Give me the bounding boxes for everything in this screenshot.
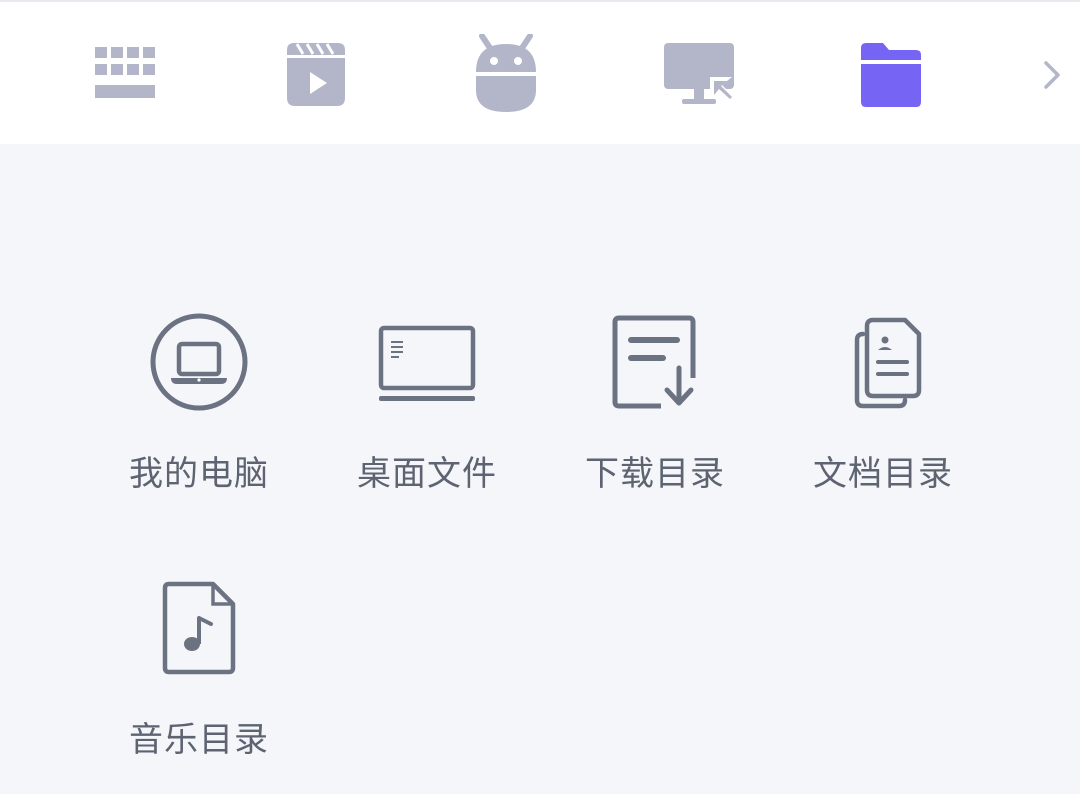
- folder-music[interactable]: 音乐目录: [104, 578, 294, 778]
- file-panel: 我的电脑 桌面文件 下载目录 文档目录 音乐目录: [0, 0, 1080, 794]
- video-clapper-icon: [287, 43, 345, 106]
- folder-documents[interactable]: 文档目录: [788, 312, 978, 512]
- folder-label: 音乐目录: [129, 720, 269, 760]
- tab-keyboard[interactable]: [80, 30, 168, 118]
- folder-downloads[interactable]: 下载目录: [560, 312, 750, 512]
- more-tabs-button[interactable]: [1032, 52, 1072, 98]
- folder-label: 我的电脑: [129, 454, 269, 494]
- music-file-icon: [162, 581, 236, 675]
- folder-my-computer[interactable]: 我的电脑: [104, 312, 294, 512]
- android-icon: [476, 34, 536, 112]
- folder-grid: 我的电脑 桌面文件 下载目录 文档目录 音乐目录: [0, 144, 1080, 794]
- keyboard-icon: [95, 47, 155, 98]
- folder-label: 桌面文件: [357, 454, 497, 494]
- tab-screen[interactable]: [655, 30, 743, 118]
- remote-screen-icon: [664, 43, 736, 104]
- laptop-circle-icon: [150, 313, 248, 411]
- tab-android[interactable]: [462, 30, 550, 118]
- download-document-icon: [612, 315, 696, 409]
- tab-video[interactable]: [272, 30, 360, 118]
- top-tab-bar: [0, 0, 1080, 144]
- documents-stack-icon: [854, 317, 922, 409]
- folder-label: 文档目录: [813, 454, 953, 494]
- folder-icon: [861, 43, 921, 107]
- folder-label: 下载目录: [585, 454, 725, 494]
- desktop-monitor-icon: [378, 325, 476, 401]
- chevron-right-icon: [1044, 61, 1060, 89]
- tab-files[interactable]: [847, 30, 935, 118]
- folder-desktop[interactable]: 桌面文件: [332, 312, 522, 512]
